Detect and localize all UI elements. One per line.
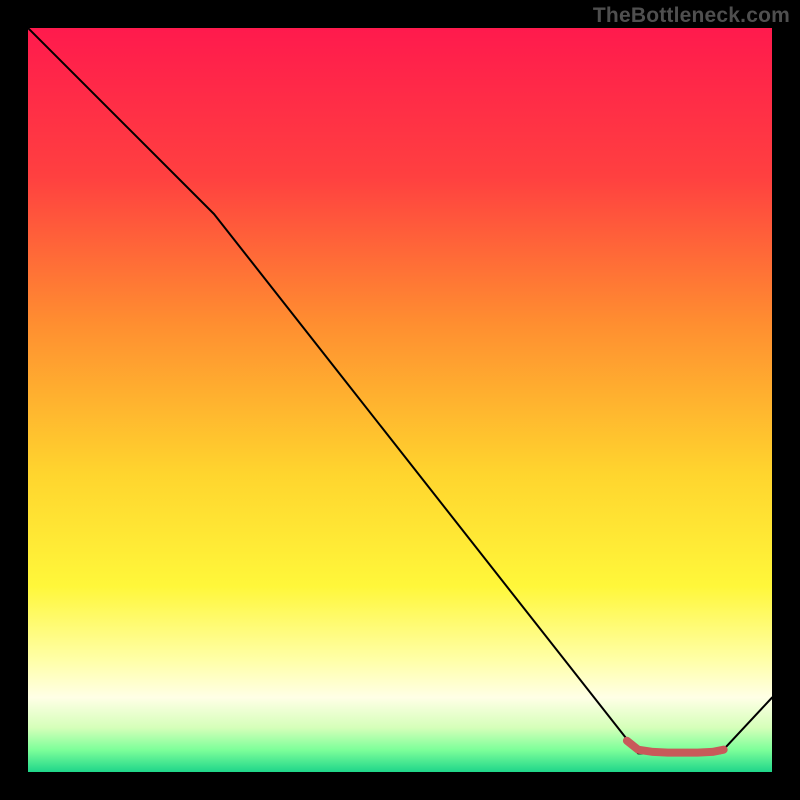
chart-container: TheBottleneck.com — [0, 0, 800, 800]
watermark-label: TheBottleneck.com — [593, 4, 790, 28]
chart-svg — [28, 28, 772, 772]
plot-area — [28, 28, 772, 772]
